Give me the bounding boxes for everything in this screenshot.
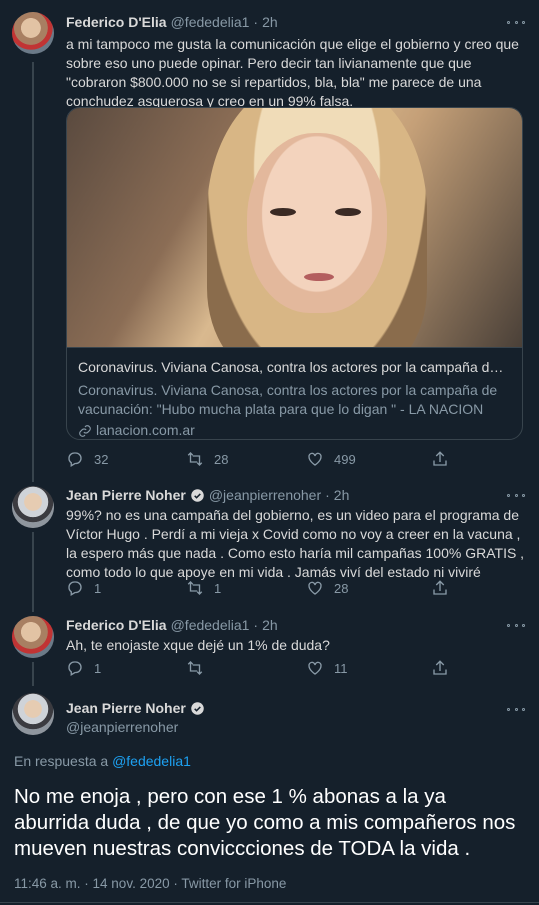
author-handle[interactable]: @fededelia1: [171, 617, 250, 633]
card-domain-text: lanacion.com.ar: [96, 422, 195, 438]
tweet-actions: 1 1 28: [66, 579, 466, 599]
retweet-button[interactable]: 28: [186, 450, 228, 468]
thread-line: [32, 62, 34, 482]
link-card[interactable]: Coronavirus. Viviana Canosa, contra los …: [66, 107, 523, 440]
tweet-timestamp[interactable]: 11:46 a. m. · 14 nov. 2020 · Twitter for…: [14, 876, 286, 891]
retweet-icon: [187, 661, 203, 675]
tweet-time[interactable]: 2h: [262, 617, 278, 633]
verified-badge-icon: [191, 701, 204, 715]
author-name[interactable]: Jean Pierre Noher: [66, 700, 186, 716]
more-options-icon[interactable]: [507, 702, 525, 716]
share-button[interactable]: [431, 579, 449, 597]
retweet-icon: [187, 581, 203, 595]
reply-context: En respuesta a @fededelia1: [14, 753, 191, 769]
main-tweet-text: No me enoja , pero con ese 1 % abonas a …: [14, 785, 516, 860]
author-handle[interactable]: @jeanpierrenoher: [66, 719, 178, 735]
more-options-icon[interactable]: [507, 488, 525, 502]
retweet-button[interactable]: 1: [186, 579, 221, 597]
reply-count: 1: [94, 580, 102, 596]
card-image: [67, 108, 522, 347]
avatar-federico[interactable]: [12, 12, 54, 54]
tweet-actions: 1 11: [66, 659, 466, 679]
like-count: 28: [334, 580, 349, 596]
card-title: Coronavirus. Viviana Canosa, contra los …: [78, 359, 511, 375]
retweet-icon: [187, 452, 203, 466]
more-options-icon[interactable]: [507, 15, 525, 29]
reply-icon: [68, 661, 82, 676]
main-tweet-handle-row: @jeanpierrenoher: [66, 718, 178, 736]
reply-icon: [68, 581, 82, 596]
author-name[interactable]: Federico D'Elia: [66, 14, 167, 30]
retweet-button[interactable]: [186, 659, 214, 677]
tweet-text: a mi tampoco me gusta la comunicación qu…: [66, 36, 519, 109]
like-button[interactable]: 28: [306, 579, 348, 597]
author-name[interactable]: Federico D'Elia: [66, 617, 167, 633]
card-body: Coronavirus. Viviana Canosa, contra los …: [67, 347, 522, 439]
share-icon: [433, 660, 447, 675]
share-icon: [433, 580, 447, 595]
author-handle[interactable]: @fededelia1: [171, 14, 250, 30]
like-button[interactable]: 499: [306, 450, 356, 468]
verified-badge-icon: [191, 488, 204, 502]
tweet-header: Jean Pierre Noher @jeanpierrenoher · 2h: [66, 486, 349, 504]
avatar-jean-pierre[interactable]: [12, 693, 54, 735]
separator-dot: ·: [325, 487, 330, 503]
reply-prefix: En respuesta a: [14, 753, 109, 769]
share-button[interactable]: [431, 659, 449, 677]
reply-count: 1: [94, 660, 102, 676]
retweet-count: 1: [214, 580, 222, 596]
main-tweet-author: Jean Pierre Noher: [66, 699, 205, 717]
tweet-actions: 32 28 499: [66, 450, 466, 470]
divider: [0, 902, 539, 903]
author-name[interactable]: Jean Pierre Noher: [66, 487, 186, 503]
like-button[interactable]: 11: [306, 659, 348, 677]
tweet-text: Ah, te enojaste xque dejé un 1% de duda?: [66, 637, 330, 653]
thread-line: [32, 532, 34, 612]
avatar-jean-pierre[interactable]: [12, 486, 54, 528]
heart-icon: [308, 452, 322, 466]
reply-button[interactable]: 1: [66, 659, 101, 677]
reply-to-link[interactable]: @fededelia1: [112, 753, 191, 769]
like-count: 499: [334, 451, 356, 467]
tweet-header: Federico D'Elia @fededelia1 · 2h: [66, 13, 278, 31]
reply-button[interactable]: 1: [66, 579, 101, 597]
separator-dot: ·: [253, 617, 259, 633]
tweet-text: 99%? no es una campaña del gobierno, es …: [66, 507, 525, 580]
tweet-time[interactable]: 2h: [334, 487, 350, 503]
share-icon: [433, 451, 447, 466]
author-handle[interactable]: @jeanpierrenoher: [209, 487, 321, 503]
heart-icon: [308, 581, 322, 595]
tweet-header: Federico D'Elia @fededelia1 · 2h: [66, 616, 278, 634]
heart-icon: [308, 661, 322, 675]
reply-icon: [68, 452, 82, 467]
card-description: Coronavirus. Viviana Canosa, contra los …: [78, 382, 498, 417]
more-options-icon[interactable]: [507, 618, 525, 632]
avatar-federico[interactable]: [12, 616, 54, 658]
like-count: 11: [334, 660, 348, 676]
reply-button[interactable]: 32: [66, 450, 108, 468]
share-button[interactable]: [431, 450, 449, 468]
card-domain: lanacion.com.ar: [78, 421, 511, 439]
tweet-time[interactable]: 2h: [262, 14, 278, 30]
thread-line: [32, 662, 34, 686]
reply-count: 32: [94, 451, 109, 467]
link-icon: [79, 424, 91, 437]
separator-dot: ·: [253, 14, 259, 30]
retweet-count: 28: [214, 451, 229, 467]
